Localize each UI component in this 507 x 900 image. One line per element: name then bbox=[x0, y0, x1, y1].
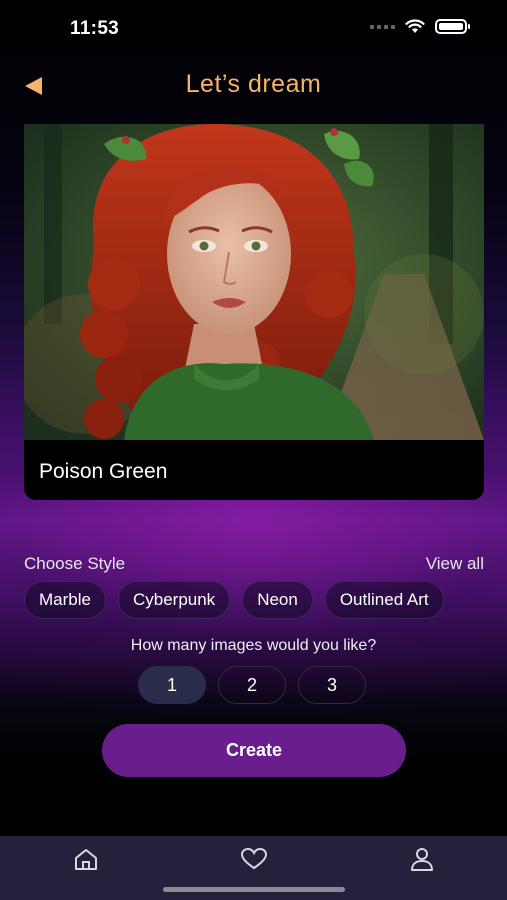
status-bar: 11:53 bbox=[0, 0, 507, 56]
profile-icon[interactable] bbox=[407, 846, 437, 872]
style-chip-marble[interactable]: Marble bbox=[24, 581, 106, 619]
style-chips: Marble Cyberpunk Neon Outlined Art bbox=[24, 581, 444, 619]
choose-style-heading: Choose Style bbox=[24, 554, 126, 573]
style-chip-outlined-art[interactable]: Outlined Art bbox=[324, 581, 444, 619]
style-row: Choose Style View all bbox=[24, 552, 484, 576]
create-button[interactable]: Create bbox=[102, 724, 406, 777]
home-icon[interactable] bbox=[71, 846, 101, 872]
home-indicator bbox=[163, 887, 345, 892]
battery-icon bbox=[435, 19, 470, 34]
hero-card[interactable]: Poison Green bbox=[24, 124, 484, 500]
heart-icon[interactable] bbox=[239, 846, 269, 872]
hero-caption: Poison Green bbox=[39, 460, 168, 483]
image-count-option-2[interactable]: 2 bbox=[218, 666, 286, 704]
page-title: Let’s dream bbox=[185, 70, 322, 98]
header: Let’s dream bbox=[0, 60, 507, 110]
image-count-option-1[interactable]: 1 bbox=[138, 666, 206, 704]
view-all-link[interactable]: View all bbox=[426, 554, 484, 574]
status-time: 11:53 bbox=[70, 18, 120, 39]
portrait-image bbox=[24, 124, 484, 440]
image-count-option-3[interactable]: 3 bbox=[298, 666, 366, 704]
wifi-icon bbox=[405, 19, 425, 33]
style-chip-cyberpunk[interactable]: Cyberpunk bbox=[117, 581, 231, 619]
style-chip-neon[interactable]: Neon bbox=[242, 581, 313, 619]
image-count-question: How many images would you like? bbox=[130, 637, 377, 654]
status-icons bbox=[370, 19, 470, 34]
image-count-options: 1 2 3 bbox=[138, 666, 366, 704]
cellular-signal-icon bbox=[370, 24, 395, 29]
